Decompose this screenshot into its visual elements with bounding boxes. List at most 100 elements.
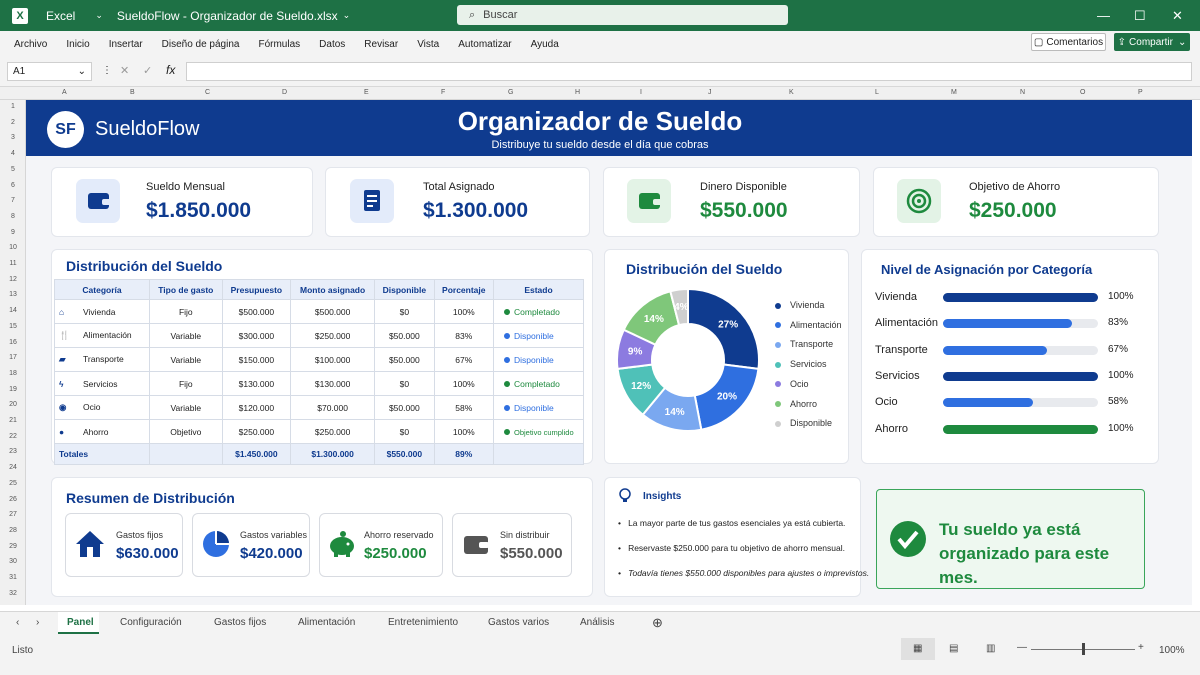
column-header-cell[interactable]: E (364, 89, 369, 96)
formula-more-icon[interactable]: ⋮ (102, 65, 112, 76)
row-header-cell[interactable]: 17 (0, 354, 26, 361)
column-header-cell[interactable]: B (130, 89, 135, 96)
target-icon (897, 179, 941, 223)
share-button[interactable]: ⇪ Compartir ⌄ (1114, 33, 1190, 51)
share-chevron-icon[interactable]: ⌄ (1178, 37, 1186, 48)
row-header-cell[interactable]: 28 (0, 527, 26, 534)
cancel-icon[interactable]: ✕ (120, 64, 129, 77)
menu-item[interactable]: Vista (417, 39, 439, 50)
row-header-cell[interactable]: 10 (0, 244, 26, 251)
row-header-cell[interactable]: 29 (0, 543, 26, 550)
column-header-cell[interactable]: O (1080, 89, 1085, 96)
row-header-cell[interactable]: 13 (0, 291, 26, 298)
zoom-slider-thumb[interactable] (1082, 643, 1085, 655)
menu-item[interactable]: Ayuda (531, 39, 559, 50)
insert-function-icon[interactable]: fx (166, 63, 175, 77)
row-header-cell[interactable]: 19 (0, 386, 26, 393)
column-header-cell[interactable]: A (62, 89, 67, 96)
zoom-out-icon[interactable]: — (1017, 642, 1027, 653)
scroll-right-icon[interactable]: › (36, 617, 39, 628)
sheet-tab[interactable]: Gastos varios (488, 617, 549, 628)
sheet-tab[interactable]: Configuración (120, 617, 182, 628)
minimize-button[interactable]: — (1097, 8, 1110, 23)
row-header-cell[interactable]: 11 (0, 260, 26, 267)
row-header-cell[interactable]: 8 (0, 213, 26, 220)
row-header-cell[interactable]: 30 (0, 558, 26, 565)
row-header-cell[interactable]: 32 (0, 590, 26, 597)
menu-item[interactable]: Diseño de página (162, 39, 240, 50)
sheet-tab[interactable]: Alimentación (298, 617, 355, 628)
maximize-button[interactable]: ☐ (1134, 8, 1146, 24)
assigned-cell: $250.000 (290, 419, 376, 444)
row-header-cell[interactable]: 20 (0, 401, 26, 408)
row-header-cell[interactable]: 15 (0, 323, 26, 330)
row-header-cell[interactable]: 26 (0, 496, 26, 503)
page-layout-icon[interactable]: ▤ (949, 643, 958, 654)
row-header-cell[interactable]: 21 (0, 417, 26, 424)
menu-item[interactable]: Archivo (14, 39, 47, 50)
row-header-cell[interactable]: 23 (0, 448, 26, 455)
menu-item[interactable]: Datos (319, 39, 345, 50)
row-header-cell[interactable]: 22 (0, 433, 26, 440)
column-header-cell[interactable]: I (640, 89, 642, 96)
row-header-cell[interactable]: 31 (0, 574, 26, 581)
piggy-bank-icon: ● (59, 426, 65, 437)
column-header-cell[interactable]: N (1020, 89, 1025, 96)
row-header-cell[interactable]: 6 (0, 182, 26, 189)
row-header-cell[interactable]: 5 (0, 166, 26, 173)
add-sheet-icon[interactable]: ⊕ (652, 615, 663, 631)
row-header-cell[interactable]: 27 (0, 511, 26, 518)
row-header-cell[interactable]: 24 (0, 464, 26, 471)
row-header-cell[interactable]: 25 (0, 480, 26, 487)
row-header-cell[interactable]: 3 (0, 134, 26, 141)
file-name[interactable]: SueldoFlow - Organizador de Sueldo.xlsx (117, 9, 338, 23)
menu-item[interactable]: Insertar (109, 39, 143, 50)
sheet-tab[interactable]: Gastos fijos (214, 617, 266, 628)
enter-icon[interactable]: ✓ (143, 64, 152, 77)
menu-item[interactable]: Fórmulas (258, 39, 300, 50)
column-header-cell[interactable]: F (441, 89, 445, 96)
legend-label: Disponible (790, 418, 833, 429)
menu-item[interactable]: Revisar (364, 39, 398, 50)
percent-cell: 67% (433, 347, 495, 372)
row-header-cell[interactable]: 1 (0, 103, 26, 110)
app-menu-chevron-icon[interactable]: ⌄ (95, 10, 103, 21)
close-button[interactable]: ✕ (1172, 8, 1183, 24)
sheet-tab[interactable]: Panel (67, 617, 94, 628)
row-header-cell[interactable]: 18 (0, 370, 26, 377)
menu-item[interactable]: Inicio (66, 39, 89, 50)
column-header-cell[interactable]: K (789, 89, 794, 96)
file-chevron-icon[interactable]: ⌄ (343, 10, 351, 21)
scroll-left-icon[interactable]: ‹ (16, 617, 19, 628)
name-box[interactable]: A1 ⌄ (7, 62, 92, 81)
column-header-cell[interactable]: G (508, 89, 513, 96)
column-header-cell[interactable]: D (282, 89, 287, 96)
sheet-tab[interactable]: Entretenimiento (388, 617, 458, 628)
zoom-level[interactable]: 100% (1159, 645, 1185, 656)
page-break-icon[interactable]: ▥ (986, 643, 995, 654)
search-box[interactable]: ⌕ Buscar (457, 5, 788, 25)
row-header-cell[interactable]: 16 (0, 339, 26, 346)
comments-button[interactable]: ▢ Comentarios (1031, 33, 1106, 51)
menu-item[interactable]: Automatizar (458, 39, 511, 50)
column-header-cell[interactable]: H (575, 89, 580, 96)
column-header-cell[interactable]: M (951, 89, 957, 96)
formula-input[interactable] (186, 62, 1192, 81)
table-row: 🍴 Alimentación Variable $300.000 $250.000 $50… (54, 323, 584, 348)
row-header-cell[interactable]: 14 (0, 307, 26, 314)
row-header-cell[interactable]: 12 (0, 276, 26, 283)
row-header-cell[interactable]: 4 (0, 150, 26, 157)
column-header-cell[interactable]: J (708, 89, 712, 96)
column-header-cell[interactable]: C (205, 89, 210, 96)
legend-swatch (775, 361, 781, 368)
name-box-chevron-icon[interactable]: ⌄ (78, 66, 86, 77)
column-header-cell[interactable]: P (1138, 89, 1143, 96)
row-header-cell[interactable]: 9 (0, 229, 26, 236)
row-header-cell[interactable]: 7 (0, 197, 26, 204)
sheet-tab[interactable]: Análisis (580, 617, 614, 628)
totals-status (493, 443, 584, 465)
zoom-in-icon[interactable]: + (1138, 642, 1144, 653)
column-header-cell[interactable]: L (875, 89, 879, 96)
row-header-cell[interactable]: 2 (0, 119, 26, 126)
search-icon: ⌕ (469, 8, 476, 21)
